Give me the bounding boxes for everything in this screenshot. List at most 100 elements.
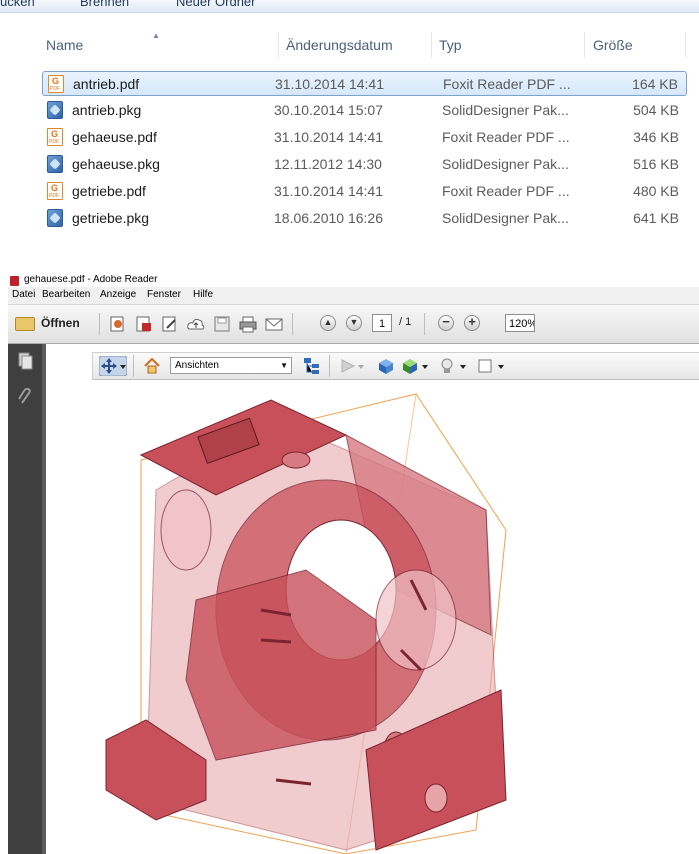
file-date: 18.06.2010 16:26	[274, 210, 383, 226]
side-bearing-seat	[375, 569, 457, 671]
open-button-label: Öffnen	[41, 316, 80, 330]
save-icon[interactable]	[212, 315, 232, 333]
menu-file[interactable]: Datei	[12, 289, 35, 300]
folder-open-icon	[15, 317, 35, 331]
model-tree-icon[interactable]	[303, 357, 321, 375]
lighting-icon[interactable]	[439, 357, 469, 375]
sort-ascending-icon: ▲	[152, 31, 160, 40]
file-date: 31.10.2014 14:41	[274, 183, 383, 199]
page-thumbnails-icon[interactable]	[17, 352, 33, 370]
plus-icon: +	[468, 314, 476, 329]
page-total: / 1	[399, 316, 412, 328]
toolbar-separator	[292, 313, 293, 335]
edit-document-icon[interactable]	[160, 315, 180, 333]
file-row-getriebe-pdf[interactable]: G PDF getriebe.pdf 31.10.2014 14:41 Foxit…	[42, 179, 687, 204]
menu-window[interactable]: Fenster	[147, 289, 181, 300]
file-type: Foxit Reader PDF ...	[442, 129, 570, 145]
toolbar-separator	[424, 313, 425, 335]
upload-cloud-icon[interactable]	[186, 315, 206, 333]
minus-icon: −	[442, 314, 450, 329]
bolt	[260, 638, 292, 644]
file-size: 504 KB	[633, 102, 679, 118]
navigation-panel	[8, 344, 42, 854]
file-type: Foxit Reader PDF ...	[442, 183, 570, 199]
pdf-file-icon: G PDF	[47, 128, 63, 146]
views-dropdown-label: Ansichten	[175, 360, 219, 371]
file-explorer: ücken Brennen Neuer Ordner Name Änderung…	[0, 0, 699, 268]
file-size: 164 KB	[632, 76, 678, 92]
column-headers: Name Änderungsdatum Typ Größe	[0, 28, 699, 62]
side-bearing-seat	[160, 489, 212, 571]
package-file-icon	[47, 209, 63, 227]
export-pdf-icon[interactable]	[134, 315, 154, 333]
column-divider[interactable]	[431, 32, 432, 58]
pdf-file-icon: G PDF	[48, 75, 64, 93]
menu-edit[interactable]: Bearbeiten	[42, 289, 90, 300]
arrow-up-icon: ▲	[323, 317, 333, 327]
file-name: getriebe.pdf	[72, 183, 146, 199]
main-toolbar: Öffnen ▲ ▼ 1 / 1 − + 120%	[8, 305, 699, 344]
zoom-in-button[interactable]: +	[464, 314, 480, 331]
attachments-paperclip-icon[interactable]	[17, 388, 33, 406]
column-divider[interactable]	[584, 32, 585, 58]
pdf-file-icon: G PDF	[47, 182, 63, 200]
create-pdf-icon[interactable]	[108, 315, 128, 333]
menu-help[interactable]: Hilfe	[193, 289, 213, 300]
column-divider[interactable]	[278, 32, 279, 58]
toolbar-separator	[329, 355, 330, 377]
file-row-getriebe-pkg[interactable]: getriebe.pkg 18.06.2010 16:26 SolidDesig…	[42, 206, 687, 231]
file-size: 641 KB	[633, 210, 679, 226]
open-button[interactable]: Öffnen	[11, 313, 93, 335]
package-file-icon	[47, 155, 63, 173]
file-type: Foxit Reader PDF ...	[443, 76, 571, 92]
adobe-reader-window: gehauese.pdf - Adobe Reader Datei Bearbe…	[8, 275, 699, 854]
file-name: antrieb.pkg	[72, 102, 142, 118]
3d-toolbar: Ansichten ▼	[92, 352, 699, 380]
file-date: 31.10.2014 14:41	[274, 129, 383, 145]
column-header-size[interactable]: Größe	[587, 28, 677, 62]
rotate-3d-tool-icon[interactable]	[99, 356, 127, 376]
package-file-icon	[47, 101, 63, 119]
column-divider[interactable]	[685, 32, 686, 58]
file-name: gehaeuse.pkg	[72, 156, 160, 172]
home-view-icon[interactable]	[143, 357, 161, 375]
previous-page-button[interactable]: ▲	[320, 315, 336, 331]
toolbar-item-print[interactable]: ücken	[0, 0, 35, 9]
file-size: 480 KB	[633, 183, 679, 199]
window-title-bar: gehauese.pdf - Adobe Reader	[8, 275, 699, 287]
zoom-level-input[interactable]: 120%	[505, 314, 535, 332]
document-page[interactable]: Ansichten ▼	[46, 344, 699, 854]
file-type: SolidDesigner Pak...	[442, 156, 569, 172]
file-date: 12.11.2012 14:30	[274, 156, 382, 172]
page-number-input[interactable]: 1	[372, 314, 392, 332]
projection-cube-icon[interactable]	[377, 357, 395, 375]
arrow-down-icon: ▼	[349, 317, 359, 327]
adobe-reader-icon	[10, 276, 19, 286]
email-icon[interactable]	[264, 315, 284, 333]
menu-view[interactable]: Anzeige	[100, 289, 136, 300]
base-hole	[424, 783, 448, 813]
window-title: gehauese.pdf - Adobe Reader	[24, 275, 158, 285]
column-header-type[interactable]: Typ	[433, 28, 583, 62]
toolbar-item-burn[interactable]: Brennen	[80, 0, 129, 9]
background-color-icon[interactable]	[477, 357, 507, 375]
file-row-antrieb-pkg[interactable]: antrieb.pkg 30.10.2014 15:07 SolidDesign…	[42, 98, 687, 123]
file-row-gehaeuse-pkg[interactable]: gehaeuse.pkg 12.11.2012 14:30 SolidDesig…	[42, 152, 687, 177]
file-row-antrieb-pdf[interactable]: G PDF antrieb.pdf 31.10.2014 14:41 Foxit …	[42, 71, 687, 96]
render-mode-icon[interactable]	[401, 357, 431, 375]
play-animation-icon[interactable]	[339, 357, 367, 375]
file-name: getriebe.pkg	[72, 210, 150, 226]
file-date: 31.10.2014 14:41	[275, 76, 384, 92]
print-icon[interactable]	[238, 315, 258, 333]
toolbar-item-new-folder[interactable]: Neuer Ordner	[176, 0, 255, 9]
top-hole	[281, 451, 311, 469]
views-dropdown[interactable]: Ansichten ▼	[170, 357, 292, 374]
next-page-button[interactable]: ▼	[346, 315, 362, 331]
file-type: SolidDesigner Pak...	[442, 210, 569, 226]
explorer-command-bar: ücken Brennen Neuer Ordner	[0, 0, 699, 13]
file-row-gehaeuse-pdf[interactable]: G PDF gehaeuse.pdf 31.10.2014 14:41 Foxit…	[42, 125, 687, 150]
column-header-date[interactable]: Änderungsdatum	[280, 28, 430, 62]
file-name: gehaeuse.pdf	[72, 129, 157, 145]
3d-model-view[interactable]	[46, 380, 699, 854]
zoom-out-button[interactable]: −	[438, 314, 454, 331]
